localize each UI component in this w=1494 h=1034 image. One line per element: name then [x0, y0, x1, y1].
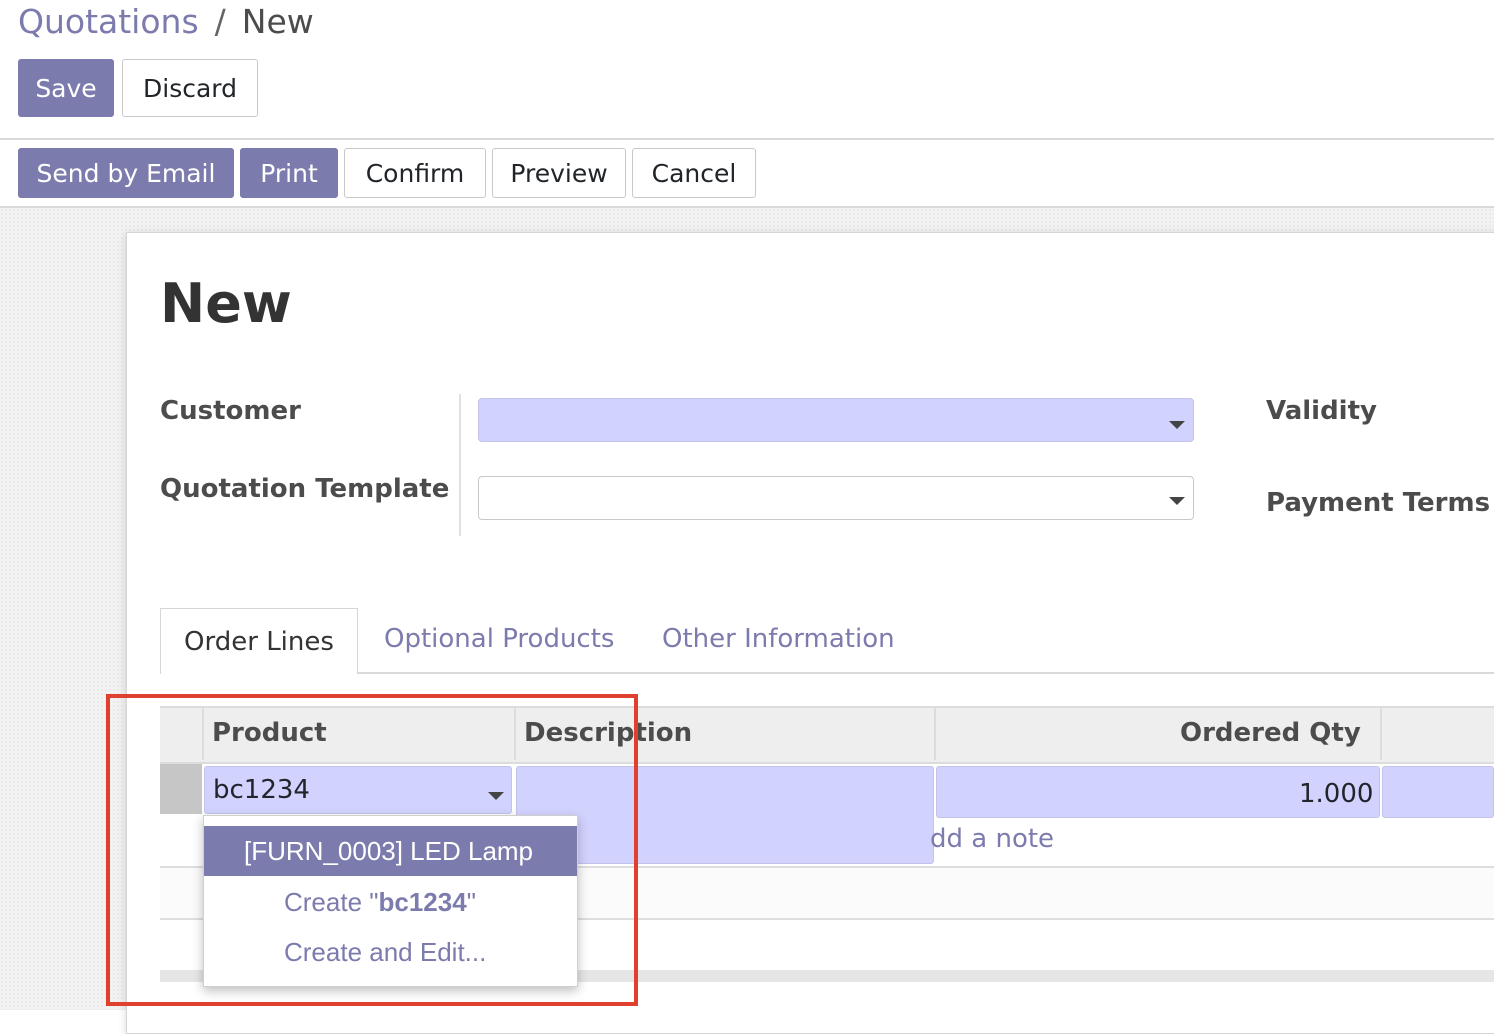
send-by-email-button[interactable]: Send by Email — [18, 148, 234, 198]
tab-other-information[interactable]: Other Information — [662, 624, 895, 654]
customer-field[interactable] — [478, 398, 1194, 442]
print-button[interactable]: Print — [240, 148, 338, 198]
column-header-description[interactable]: Description — [524, 718, 692, 748]
column-header-ordered-qty[interactable]: Ordered Qty — [1180, 718, 1361, 748]
tab-optional-products[interactable]: Optional Products — [384, 624, 614, 654]
column-separator — [514, 708, 516, 760]
column-separator — [202, 708, 204, 760]
quotation-template-field[interactable] — [478, 476, 1194, 520]
dropdown-item-create-suffix: " — [466, 886, 476, 917]
row-drag-handle[interactable] — [160, 764, 202, 814]
column-separator — [934, 708, 936, 760]
dropdown-item-create-value: bc1234 — [378, 886, 467, 917]
breadcrumb-separator: / — [214, 2, 226, 41]
preview-button[interactable]: Preview — [492, 148, 626, 198]
chevron-down-icon[interactable] — [488, 792, 504, 800]
record-title: New — [160, 272, 292, 335]
dropdown-item-label: [FURN_0003] LED Lamp — [244, 835, 534, 866]
dropdown-item-label: Create and Edit... — [284, 936, 487, 967]
cancel-button[interactable]: Cancel — [632, 148, 756, 198]
quotation-template-label: Quotation Template — [160, 474, 450, 504]
column-separator — [1380, 708, 1382, 760]
dropdown-item-create[interactable]: Create " bc1234 " — [204, 877, 577, 927]
product-input[interactable]: bc1234 — [204, 766, 512, 814]
chevron-down-icon[interactable] — [1169, 497, 1185, 505]
product-input-value: bc1234 — [213, 775, 310, 805]
payment-terms-label: Payment Terms — [1266, 488, 1491, 518]
description-input[interactable] — [516, 766, 934, 864]
next-column-input[interactable] — [1382, 766, 1494, 818]
chevron-down-icon[interactable] — [1169, 421, 1185, 429]
save-button[interactable]: Save — [18, 59, 114, 117]
tab-border — [357, 672, 1494, 674]
tab-order-lines[interactable]: Order Lines — [160, 608, 358, 674]
breadcrumb-quotations-link[interactable]: Quotations — [18, 2, 199, 41]
divider — [0, 138, 1494, 140]
ordered-qty-input[interactable]: 1.000 — [936, 766, 1380, 818]
breadcrumb-current: New — [241, 2, 314, 41]
confirm-button[interactable]: Confirm — [344, 148, 486, 198]
discard-button[interactable]: Discard — [122, 59, 258, 117]
label-separator — [459, 394, 461, 536]
dropdown-item-create-prefix: Create " — [284, 886, 379, 917]
column-header-product[interactable]: Product — [212, 718, 327, 748]
add-a-note-link[interactable]: dd a note — [930, 824, 1054, 854]
dropdown-item-create-and-edit[interactable]: Create and Edit... — [204, 927, 577, 977]
product-autocomplete-dropdown: [FURN_0003] LED Lamp Create " bc1234 " Cre… — [203, 815, 578, 987]
customer-label: Customer — [160, 396, 301, 426]
validity-label: Validity — [1266, 396, 1377, 426]
breadcrumb: Quotations / New — [18, 0, 314, 44]
dropdown-item-led-lamp[interactable]: [FURN_0003] LED Lamp — [204, 826, 577, 876]
ordered-qty-value: 1.000 — [1299, 779, 1374, 809]
